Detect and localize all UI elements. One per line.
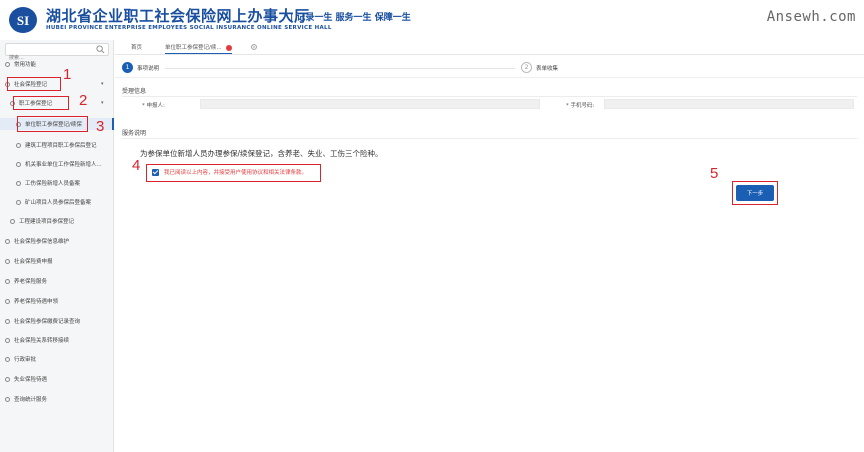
menu-dot-icon bbox=[16, 199, 21, 205]
applicant-input[interactable] bbox=[200, 99, 540, 109]
sidebar-item-mining-registration[interactable]: 矿山项目人员参保后登备案 bbox=[16, 196, 91, 208]
menu-dot-icon bbox=[16, 142, 21, 148]
sidebar-item-project-registration[interactable]: 工程建设项目参保登记 bbox=[10, 215, 74, 227]
annotation-number-5: 5 bbox=[710, 165, 719, 182]
phone-label: * 手机号码: bbox=[566, 103, 595, 109]
section-title-acceptance: 受理信息 bbox=[122, 88, 147, 95]
sidebar-item-fee-declaration[interactable]: 社会保险费申报 bbox=[5, 255, 53, 267]
annotation-number-3: 3 bbox=[96, 118, 105, 135]
menu-dot-icon bbox=[5, 337, 10, 343]
section-title-service-description: 服务说明 bbox=[122, 130, 147, 137]
brand-subtitle: HUBEI PROVINCE ENTERPRISE EMPLOYEES SOCI… bbox=[46, 25, 332, 31]
step-connector bbox=[165, 68, 515, 69]
sidebar-item-info-maintenance[interactable]: 社会保险参保信息维护 bbox=[5, 235, 69, 247]
annotation-box-1 bbox=[7, 77, 61, 91]
menu-dot-icon bbox=[16, 161, 21, 167]
menu-dot-icon bbox=[5, 356, 10, 362]
annotation-number-1: 1 bbox=[63, 66, 72, 83]
sidebar-item-injury-registration[interactable]: 工伤保险新增人员备案 bbox=[16, 177, 80, 189]
annotation-number-2: 2 bbox=[79, 92, 88, 109]
menu-dot-icon bbox=[5, 298, 10, 304]
chevron-down-icon[interactable]: ▾ bbox=[101, 81, 856, 87]
sidebar-search bbox=[5, 43, 109, 64]
search-icon[interactable] bbox=[96, 45, 105, 54]
tab-home[interactable]: 首页 bbox=[131, 43, 142, 51]
sidebar-item-pension-service[interactable]: 养老保险服务 bbox=[5, 275, 47, 287]
page-header: SI 湖北省企业职工社会保险网上办事大厅 | 记录一生 服务一生 保障一生 HU… bbox=[0, 0, 864, 40]
menu-dot-icon bbox=[5, 278, 10, 284]
menu-dot-icon bbox=[5, 318, 10, 324]
menu-dot-icon bbox=[10, 218, 15, 224]
step-2-circle: 2 bbox=[521, 62, 532, 73]
section-divider bbox=[122, 138, 857, 139]
service-notice: 为参保单位新增人员办理参保/续保登记，含养老、失业、工伤三个险种。 bbox=[140, 149, 383, 158]
gear-icon[interactable] bbox=[250, 43, 258, 51]
menu-dot-icon bbox=[5, 61, 10, 67]
svg-text:SI: SI bbox=[17, 13, 29, 28]
sidebar-item-pension-claim[interactable]: 养老保险待遇申领 bbox=[5, 295, 58, 307]
step-indicator: 1 事项说明 2 表单收集 bbox=[115, 56, 864, 78]
sidebar-item-construction-registration[interactable]: 建筑工程项目职工参保后登记 bbox=[16, 139, 97, 151]
sidebar-item-common[interactable]: 常用功能 bbox=[5, 58, 36, 70]
phone-input[interactable] bbox=[604, 99, 854, 109]
menu-dot-icon bbox=[5, 258, 10, 264]
applicant-label: * 申报人: bbox=[142, 103, 165, 109]
menu-dot-icon bbox=[5, 396, 10, 402]
watermark: Ansewh.com bbox=[766, 9, 856, 25]
sidebar-item-institution-registration[interactable]: 机关事业单位工作保险新增人... bbox=[16, 158, 102, 170]
brand-slogan: | 记录一生 服务一生 保障一生 bbox=[290, 13, 411, 23]
menu-dot-icon bbox=[5, 238, 10, 244]
annotation-box-2 bbox=[13, 96, 69, 110]
step-2-label: 表单收集 bbox=[536, 66, 559, 72]
sidebar-item-payment-record-query[interactable]: 社会保险参保缴费记录查询 bbox=[5, 315, 80, 327]
sidebar-item-relation-transfer[interactable]: 社会保险关系转移接续 bbox=[5, 334, 69, 346]
sidebar-item-unemployment-benefits[interactable]: 失业保险待遇 bbox=[5, 373, 47, 385]
menu-dot-icon bbox=[5, 376, 10, 382]
sidebar-item-statistics-query[interactable]: 查询统计服务 bbox=[5, 393, 47, 405]
sidebar-item-admin-approval[interactable]: 行政审批 bbox=[5, 353, 36, 365]
section-divider bbox=[122, 96, 857, 97]
annotation-box-4 bbox=[146, 164, 321, 182]
social-insurance-logo-icon: SI bbox=[9, 7, 37, 33]
brand-title: 湖北省企业职工社会保险网上办事大厅 bbox=[46, 7, 310, 25]
menu-dot-icon bbox=[16, 180, 21, 186]
step-1-label: 事项说明 bbox=[137, 66, 160, 72]
tab-unit-employee-registration[interactable]: 单位职工参保登记/续... bbox=[165, 43, 232, 54]
tab-bar: 首页 单位职工参保登记/续... bbox=[115, 40, 864, 55]
step-1-circle: 1 bbox=[122, 62, 133, 73]
tab-close-icon[interactable] bbox=[225, 44, 232, 51]
annotation-box-5 bbox=[732, 181, 778, 205]
annotation-box-3 bbox=[17, 116, 88, 132]
annotation-number-4: 4 bbox=[132, 157, 141, 174]
